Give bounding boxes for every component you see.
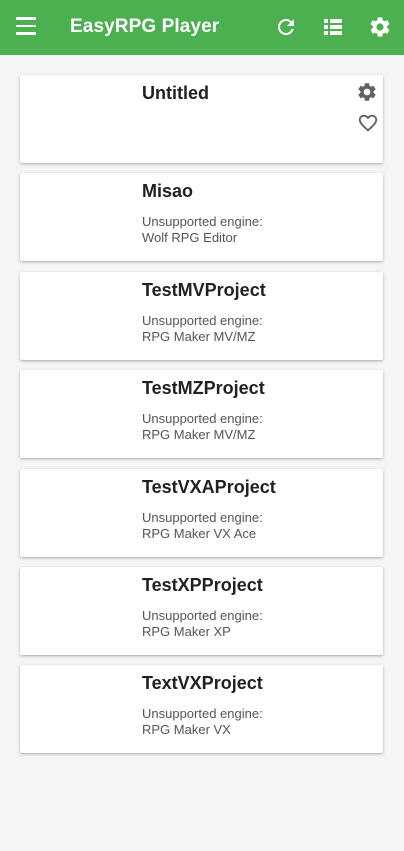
engine-info: Unsupported engine: RPG Maker XP: [142, 608, 263, 640]
game-card-testmzproject[interactable]: TestMZProject Unsupported engine: RPG Ma…: [20, 370, 383, 459]
game-title: TestVXAProject: [142, 476, 276, 497]
engine-label: Unsupported engine:: [142, 706, 263, 722]
engine-name: RPG Maker MV/MZ: [142, 328, 256, 344]
settings-gear-icon[interactable]: [368, 15, 392, 39]
game-card-misao[interactable]: Misao Unsupported engine: Wolf RPG Edito…: [20, 173, 383, 262]
engine-name: RPG Maker VX Ace: [142, 525, 257, 541]
engine-label: Unsupported engine:: [142, 607, 263, 623]
engine-info: Unsupported engine: Wolf RPG Editor: [142, 214, 263, 246]
engine-name: RPG Maker VX: [142, 722, 231, 738]
engine-name: RPG Maker XP: [142, 623, 231, 639]
game-title: TextVXProject: [142, 673, 263, 694]
game-card-testvxaproject[interactable]: TestVXAProject Unsupported engine: RPG M…: [20, 468, 383, 557]
engine-name: RPG Maker MV/MZ: [142, 427, 256, 443]
settings-gear-icon[interactable]: [356, 81, 378, 103]
game-title: Untitled: [142, 83, 209, 103]
engine-info: Unsupported engine: RPG Maker VX Ace: [142, 510, 263, 542]
heart-outline-icon[interactable]: [357, 112, 379, 134]
engine-info: Unsupported engine: RPG Maker VX: [142, 706, 263, 738]
engine-label: Unsupported engine:: [142, 411, 263, 427]
list-view-icon[interactable]: [321, 15, 345, 39]
engine-label: Unsupported engine:: [142, 312, 263, 328]
game-card-untitled[interactable]: Untitled: [20, 75, 383, 163]
engine-info: Unsupported engine: RPG Maker MV/MZ: [142, 313, 263, 345]
refresh-icon[interactable]: [274, 15, 298, 39]
engine-label: Unsupported engine:: [142, 509, 263, 525]
app-bar: EasyRPG Player: [0, 0, 404, 55]
menu-icon[interactable]: [16, 17, 36, 37]
engine-info: Unsupported engine: RPG Maker MV/MZ: [142, 411, 263, 443]
game-title: TestXPProject: [142, 574, 263, 595]
game-title: TestMVProject: [142, 279, 266, 300]
game-card-testxpproject[interactable]: TestXPProject Unsupported engine: RPG Ma…: [20, 566, 383, 655]
game-card-textvxproject[interactable]: TextVXProject Unsupported engine: RPG Ma…: [20, 665, 383, 754]
game-card-testmvproject[interactable]: TestMVProject Unsupported engine: RPG Ma…: [20, 271, 383, 360]
engine-label: Unsupported engine:: [142, 214, 263, 230]
game-title: TestMZProject: [142, 378, 265, 399]
game-title: Misao: [142, 181, 194, 202]
game-list: Untitled Misao Unsupported engine: Wolf …: [20, 75, 383, 764]
engine-name: Wolf RPG Editor: [142, 230, 238, 246]
app-title: EasyRPG Player: [70, 16, 220, 37]
